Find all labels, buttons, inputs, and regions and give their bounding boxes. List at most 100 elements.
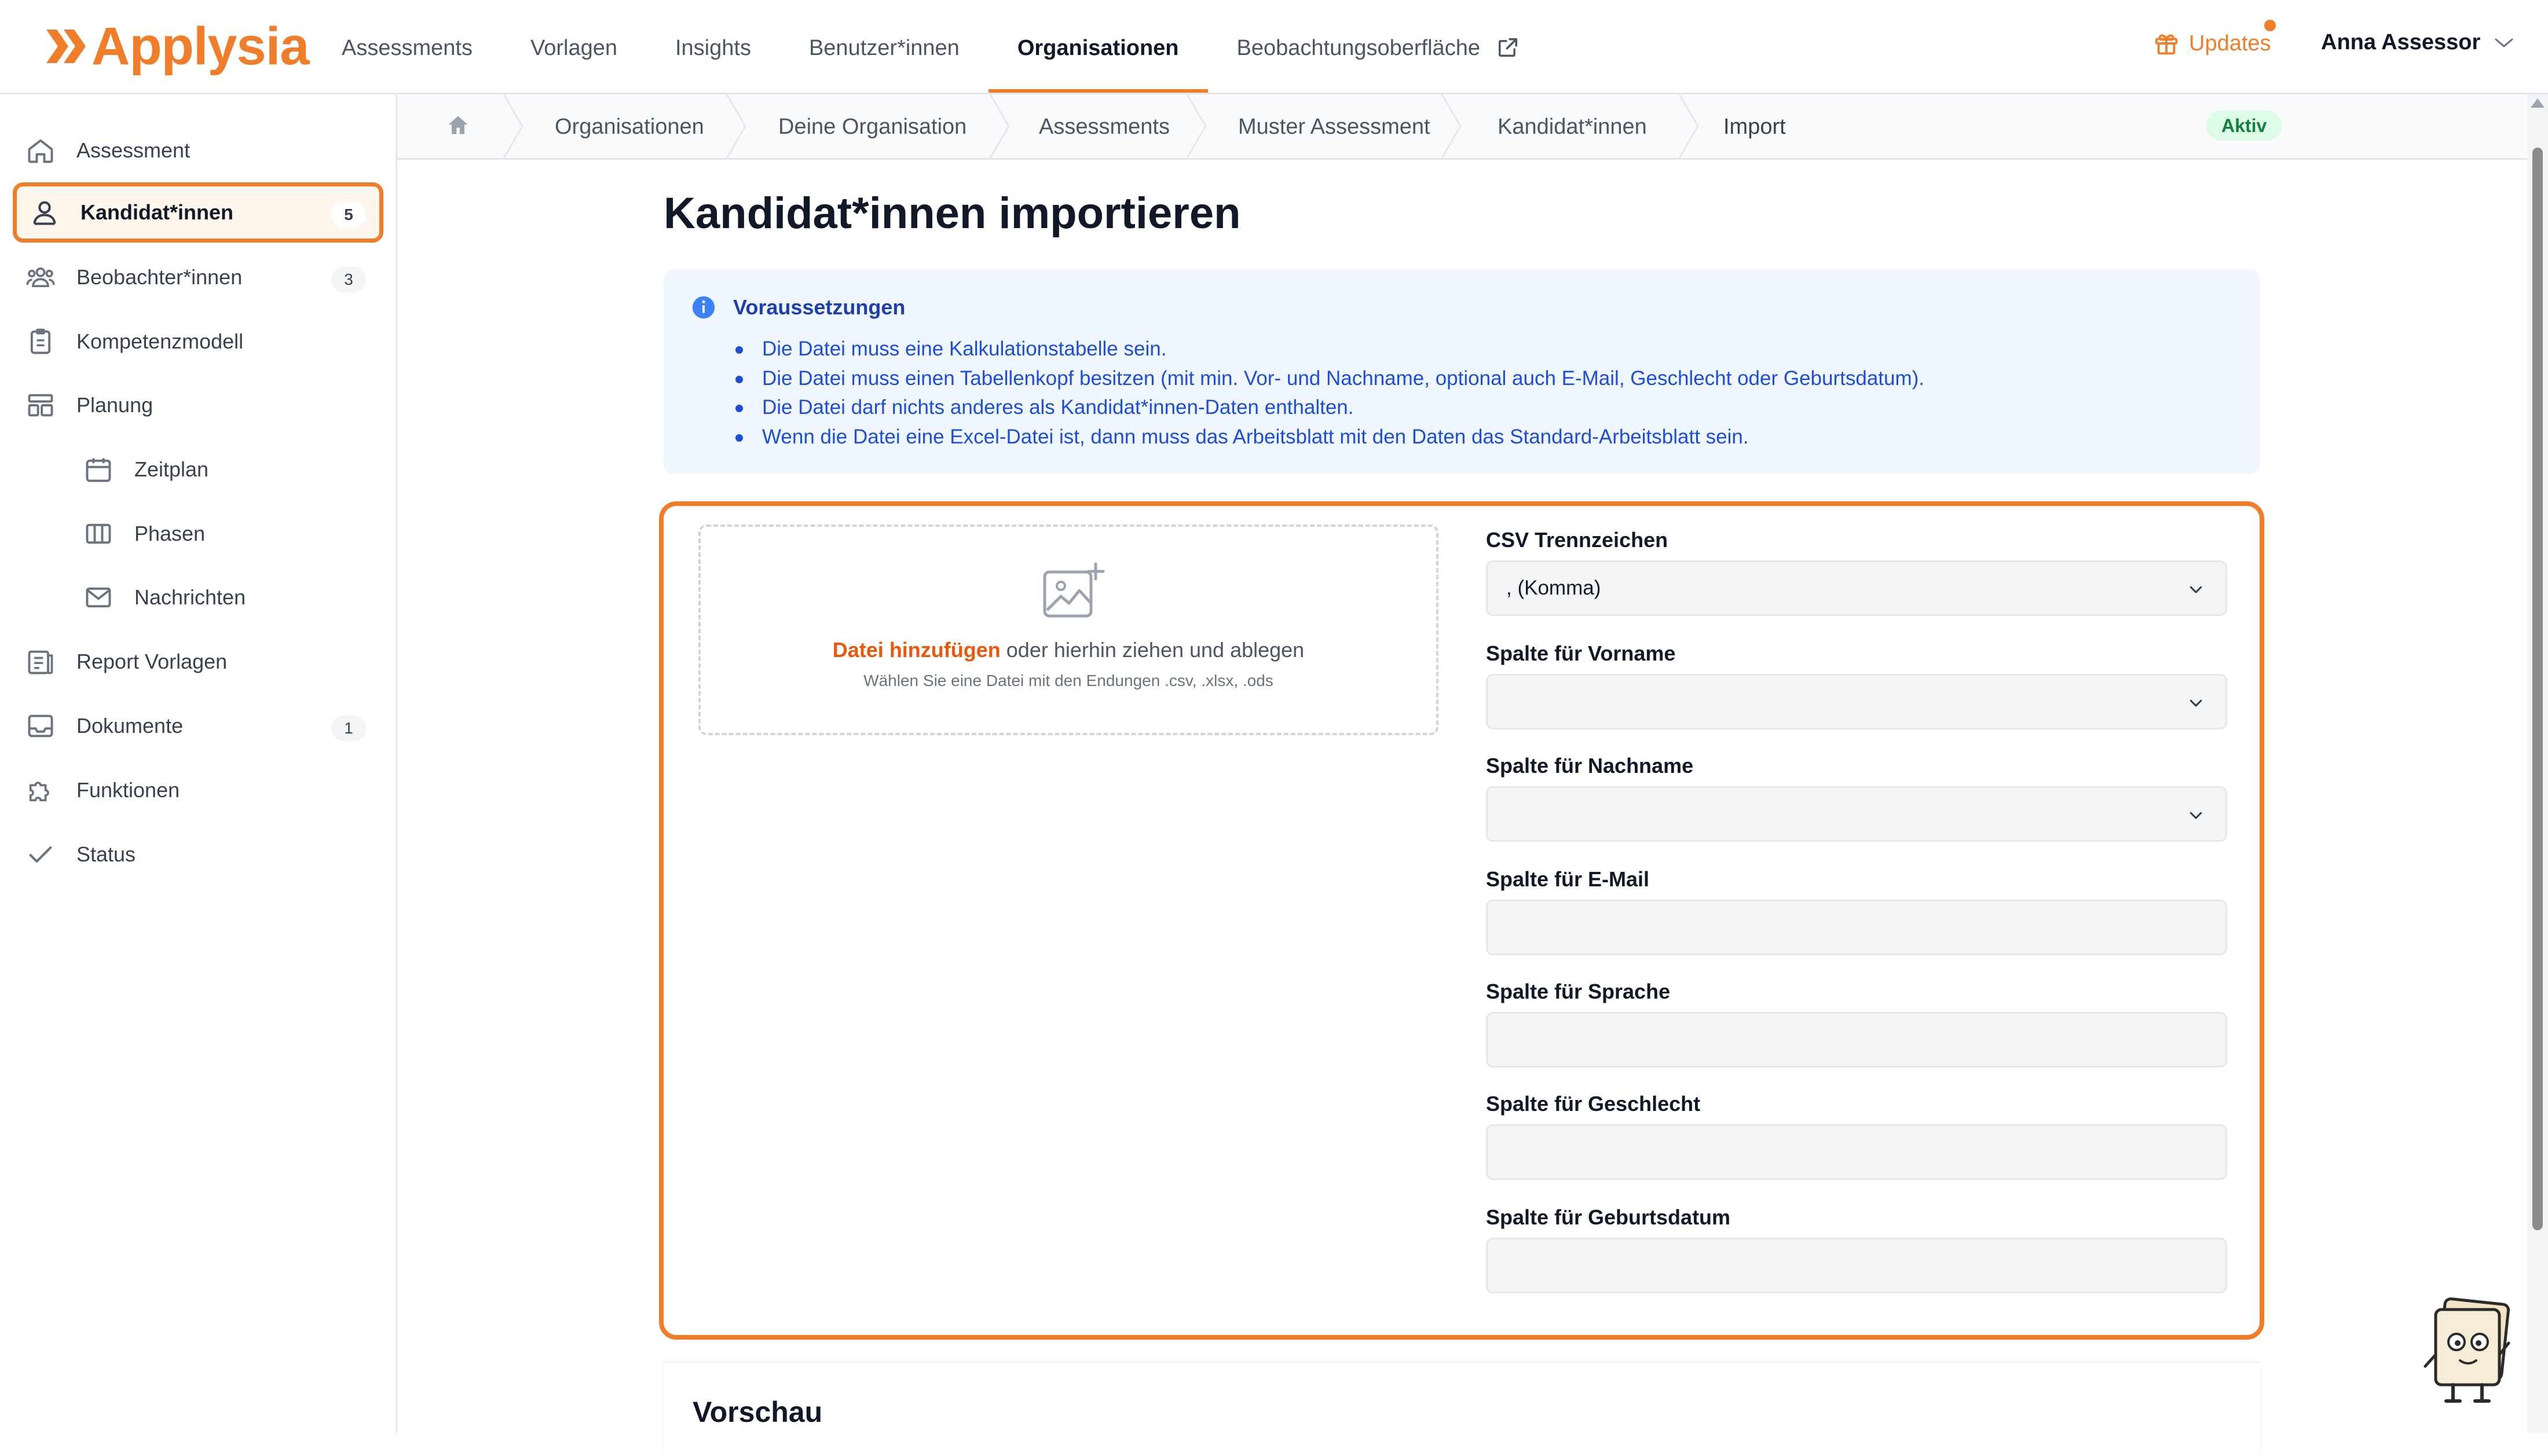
sidebar-item-funktionen[interactable]: Funktionen [13, 760, 383, 820]
firstname-column-select[interactable] [1486, 674, 2227, 729]
breadcrumb-separator-icon [989, 94, 1010, 158]
requirements-info-box: Voraussetzungen Die Datei muss eine Kalk… [664, 270, 2260, 474]
main-nav: Assessments Vorlagen Insights Benutzer*i… [313, 0, 1548, 93]
sidebar-item-label: Assessment [76, 138, 191, 162]
sidebar-item-zeitplan[interactable]: Zeitplan [13, 439, 383, 500]
dropzone-hint: Wählen Sie eine Datei mit den Endungen .… [863, 672, 1273, 690]
mascot-helper-icon[interactable] [2419, 1297, 2518, 1407]
breadcrumb: Organisationen Deine Organisation Assess… [397, 94, 2548, 160]
sidebar-item-kandidatinnen[interactable]: Kandidat*innen 5 [13, 182, 383, 243]
sidebar-item-label: Zeitplan [134, 457, 209, 481]
gift-icon [2155, 34, 2178, 55]
group-icon [26, 267, 55, 288]
breadcrumb-separator-icon [1678, 94, 1699, 158]
sidebar-item-label: Report Vorlagen [76, 650, 228, 673]
nav-beobachtungsoberflaeche[interactable]: Beobachtungsoberfläche [1208, 0, 1548, 93]
breadcrumb-import: Import [1723, 115, 1786, 139]
user-menu[interactable]: Anna Assessor [2321, 30, 2514, 55]
requirements-title: Voraussetzungen [733, 295, 906, 319]
count-badge: 1 [331, 716, 366, 741]
report-icon [28, 650, 53, 674]
sidebar-item-status[interactable]: Status [13, 824, 383, 885]
preview-card: Vorschau [664, 1362, 2260, 1456]
inbox-icon [28, 714, 53, 738]
list-item: Die Datei darf nichts anderes als Kandid… [733, 393, 1924, 423]
sidebar-item-label: Phasen [134, 522, 206, 545]
nav-beobachtungsoberflaeche-label: Beobachtungsoberfläche [1236, 36, 1480, 60]
firstname-column-label: Spalte für Vorname [1486, 641, 1676, 665]
sidebar-item-label: Nachrichten [134, 585, 246, 609]
layout-icon [28, 394, 53, 417]
sidebar: Assessment Kandidat*innen 5 Beobachter*i… [0, 94, 397, 1433]
chevron-down-icon [2190, 586, 2202, 593]
language-column-select[interactable] [1486, 1012, 2227, 1068]
sidebar-item-label: Funktionen [76, 778, 180, 802]
external-link-icon [1498, 38, 1517, 57]
check-icon [29, 846, 52, 863]
nav-insights[interactable]: Insights [646, 0, 780, 93]
applysia-logo[interactable]: Applysia [44, 17, 309, 75]
sidebar-item-assessment[interactable]: Assessment [13, 120, 383, 181]
count-badge: 3 [331, 267, 366, 292]
sidebar-item-kompetenzmodell[interactable]: Kompetenzmodell [13, 311, 383, 372]
users-icon [33, 201, 56, 225]
breadcrumb-organisationen[interactable]: Organisationen [555, 94, 704, 158]
list-item: Die Datei muss einen Tabellenkopf besitz… [733, 364, 1924, 394]
sidebar-item-label: Dokumente [76, 714, 184, 738]
breadcrumb-deine-organisation[interactable]: Deine Organisation [778, 94, 967, 158]
breadcrumb-separator-icon [1186, 94, 1207, 158]
columns-icon [86, 523, 111, 544]
breadcrumb-muster-assessment[interactable]: Muster Assessment [1238, 94, 1430, 158]
lastname-column-select[interactable] [1486, 786, 2227, 842]
breadcrumb-kandidatinnen[interactable]: Kandidat*innen [1498, 94, 1647, 158]
csv-separator-select[interactable]: , (Komma) [1486, 560, 2227, 616]
sidebar-item-phasen[interactable]: Phasen [13, 504, 383, 564]
list-item: Die Datei muss eine Kalkulationstabelle … [733, 335, 1924, 364]
scroll-up-arrow-icon[interactable] [2531, 98, 2545, 108]
nav-assessments[interactable]: Assessments [313, 0, 501, 93]
home-icon [28, 139, 53, 163]
sidebar-item-planung[interactable]: Planung [13, 375, 383, 435]
home-icon[interactable] [445, 113, 471, 138]
sidebar-item-report-vorlagen[interactable]: Report Vorlagen [13, 632, 383, 692]
sidebar-item-label: Beobachter*innen [76, 265, 243, 289]
email-column-select[interactable] [1486, 900, 2227, 955]
add-file-link[interactable]: Datei hinzufügen [833, 638, 1001, 662]
updates-notification-dot [2264, 20, 2276, 31]
birthdate-column-label: Spalte für Geburtsdatum [1486, 1205, 1731, 1229]
csv-separator-label: CSV Trennzeichen [1486, 528, 1668, 552]
email-column-label: Spalte für E-Mail [1486, 867, 1650, 891]
top-navigation-bar: Applysia Assessments Vorlagen Insights B… [0, 0, 2548, 94]
updates-button[interactable]: Updates [2153, 20, 2276, 57]
lastname-column-label: Spalte für Nachname [1486, 754, 1694, 777]
sidebar-item-beobachterinnen[interactable]: Beobachter*innen 3 [13, 247, 383, 307]
sidebar-item-dokumente[interactable]: Dokumente 1 [13, 696, 383, 756]
file-dropzone[interactable]: Datei hinzufügen oder hierhin ziehen und… [698, 525, 1438, 735]
logo-chevrons-icon [46, 30, 86, 63]
chevron-down-icon [2190, 699, 2202, 707]
gender-column-label: Spalte für Geschlecht [1486, 1092, 1701, 1116]
sidebar-item-label: Planung [76, 393, 153, 417]
info-icon [692, 296, 715, 319]
nav-benutzer[interactable]: Benutzer*innen [780, 0, 989, 93]
gender-column-select[interactable] [1486, 1124, 2227, 1180]
image-add-icon [1043, 562, 1105, 618]
birthdate-column-select[interactable] [1486, 1238, 2227, 1293]
language-column-label: Spalte für Sprache [1486, 980, 1671, 1003]
sidebar-item-label: Status [76, 842, 136, 866]
nav-organisationen[interactable]: Organisationen [988, 0, 1208, 93]
dropzone-text: Datei hinzufügen oder hierhin ziehen und… [701, 638, 1436, 662]
user-name: Anna Assessor [2321, 30, 2481, 54]
sidebar-item-label: Kompetenzmodell [76, 329, 244, 353]
nav-vorlagen[interactable]: Vorlagen [501, 0, 646, 93]
breadcrumb-assessments[interactable]: Assessments [1039, 94, 1170, 158]
mail-icon [86, 587, 111, 608]
list-item: Wenn die Datei eine Excel-Datei ist, dan… [733, 423, 1924, 452]
breadcrumb-separator-icon [726, 94, 746, 158]
clipboard-icon [30, 328, 51, 354]
count-badge: 5 [331, 202, 366, 228]
sidebar-item-nachrichten[interactable]: Nachrichten [13, 567, 383, 628]
updates-label: Updates [2189, 31, 2271, 56]
scrollbar-thumb[interactable] [2532, 148, 2543, 1230]
breadcrumb-separator-icon [503, 94, 523, 158]
